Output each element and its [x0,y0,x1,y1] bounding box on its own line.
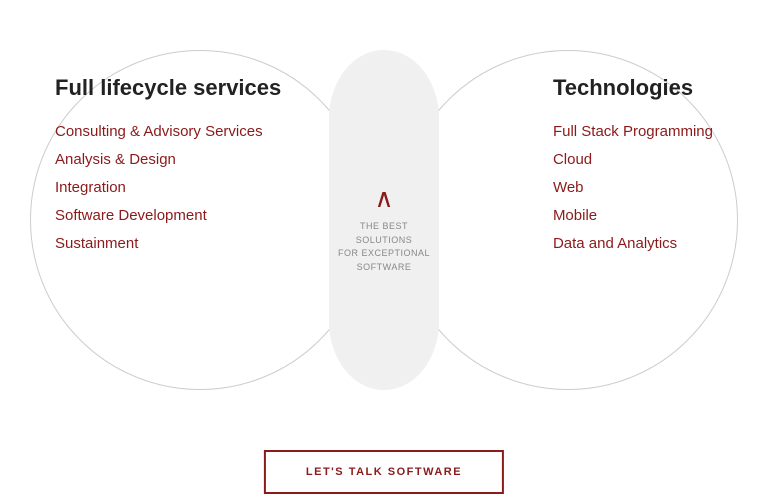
right-item-5[interactable]: Data and Analytics [553,235,677,252]
left-item-2[interactable]: Analysis & Design [55,151,176,168]
right-list: Full Stack Programming Cloud Web Mobile … [553,123,713,253]
right-item-1[interactable]: Full Stack Programming [553,123,713,140]
left-section: Full lifecycle services Consulting & Adv… [55,75,281,263]
right-section: Technologies Full Stack Programming Clou… [553,75,713,263]
chevron-icon: ∧ [334,186,434,212]
right-item-2[interactable]: Cloud [553,151,592,168]
list-item[interactable]: Sustainment [55,235,281,253]
right-item-4[interactable]: Mobile [553,207,597,224]
center-line3: SOFTWARE [357,262,412,272]
left-title: Full lifecycle services [55,75,281,101]
list-item[interactable]: Full Stack Programming [553,123,713,141]
list-item[interactable]: Analysis & Design [55,151,281,169]
list-item[interactable]: Consulting & Advisory Services [55,123,281,141]
list-item[interactable]: Mobile [553,207,713,225]
left-item-4[interactable]: Software Development [55,207,207,224]
center-line1: THE BEST SOLUTIONS [356,221,413,245]
right-title: Technologies [553,75,713,101]
left-item-1[interactable]: Consulting & Advisory Services [55,123,263,140]
left-item-3[interactable]: Integration [55,179,126,196]
center-line2: FOR EXCEPTIONAL [338,248,430,258]
list-item[interactable]: Cloud [553,151,713,169]
list-item[interactable]: Web [553,179,713,197]
cta-section: LET'S TALK SOFTWARE [264,450,504,494]
left-item-5[interactable]: Sustainment [55,235,138,252]
cta-button[interactable]: LET'S TALK SOFTWARE [264,450,504,494]
right-item-3[interactable]: Web [553,179,584,196]
venn-diagram: Full lifecycle services Consulting & Adv… [0,20,768,440]
left-list: Consulting & Advisory Services Analysis … [55,123,281,253]
list-item[interactable]: Integration [55,179,281,197]
list-item[interactable]: Software Development [55,207,281,225]
center-section: ∧ THE BEST SOLUTIONS FOR EXCEPTIONAL SOF… [334,186,434,274]
list-item[interactable]: Data and Analytics [553,235,713,253]
center-tagline: THE BEST SOLUTIONS FOR EXCEPTIONAL SOFTW… [334,220,434,274]
